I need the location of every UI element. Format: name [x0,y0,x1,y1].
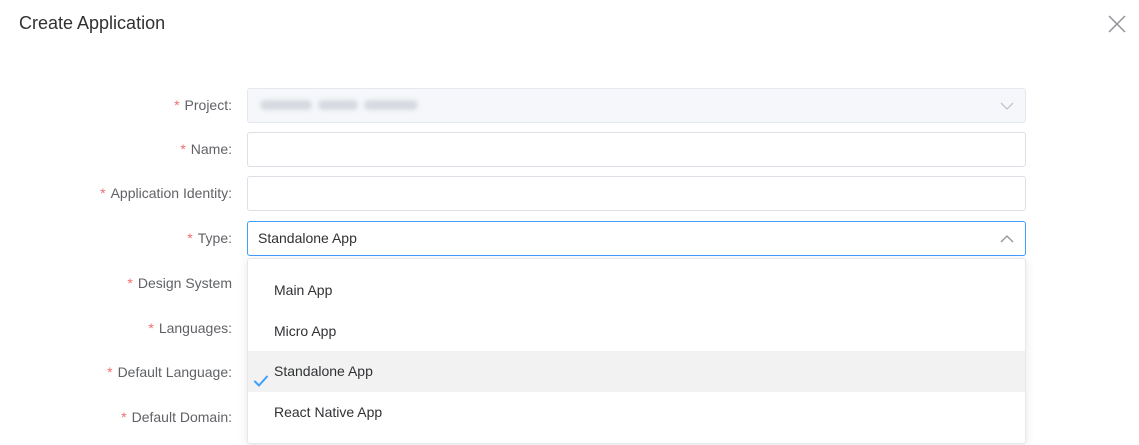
type-option-standalone-app[interactable]: Standalone App [248,351,1025,392]
project-value-redacted [260,98,420,112]
option-label: Main App [274,282,333,298]
name-input[interactable] [247,132,1026,167]
chevron-up-icon [999,231,1015,247]
type-option-react-native-app[interactable]: React Native App [248,392,1025,433]
option-label: Standalone App [274,363,373,379]
form-row-application-identity: * Application Identity: [0,176,1139,211]
form-row-project: * Project: [0,88,1139,123]
close-button[interactable] [1106,13,1128,35]
project-select[interactable] [247,88,1026,123]
option-label: React Native App [274,404,383,420]
dialog-title: Create Application [19,13,166,33]
type-dropdown: Main App Micro App Standalone App React … [247,258,1026,444]
form-row-type: * Type: Standalone App [0,221,1139,256]
form-row-name: * Name: [0,132,1139,167]
type-option-main-app[interactable]: Main App [248,270,1025,311]
chevron-down-icon [999,98,1015,114]
name-label: * Name: [180,141,232,157]
languages-label: * Languages: [148,320,232,336]
required-mark: * [174,97,180,113]
default-domain-label: * Default Domain: [121,409,232,425]
type-option-micro-app[interactable]: Micro App [248,311,1025,352]
option-label: Micro App [274,323,337,339]
type-label: * Type: [187,230,232,246]
close-icon [1106,15,1128,39]
application-identity-input[interactable] [247,176,1026,211]
check-icon [253,364,269,387]
default-language-label: * Default Language: [107,364,232,380]
application-identity-label: * Application Identity: [100,185,232,201]
type-value: Standalone App [258,230,357,246]
project-label: * Project: [174,97,232,113]
type-select[interactable]: Standalone App [247,221,1026,256]
design-system-label: * Design System [127,275,232,291]
